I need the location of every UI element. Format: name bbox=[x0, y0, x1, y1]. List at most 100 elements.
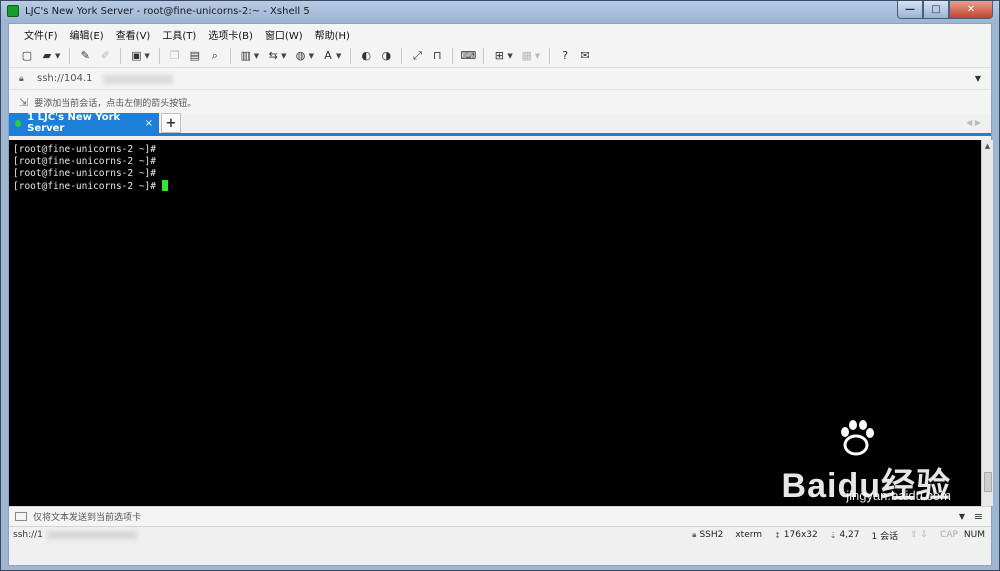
globe-icon[interactable]: ◍ bbox=[293, 48, 309, 64]
terminal-line: [root@fine-unicorns-2 ~]# bbox=[13, 181, 156, 192]
chat-icon[interactable]: ✉ bbox=[577, 48, 593, 64]
open-dropdown-icon[interactable]: ▼ bbox=[55, 52, 60, 60]
transfer-dropdown-icon[interactable]: ▼ bbox=[281, 52, 286, 60]
transfer-icon[interactable]: ⇆ bbox=[265, 48, 281, 64]
copy-icon: ❐ bbox=[169, 49, 180, 62]
terminal-active-line: [root@fine-unicorns-2 ~]# bbox=[13, 180, 977, 193]
terminal-scrollbar[interactable]: ▲ bbox=[981, 140, 993, 506]
baidu-watermark: Baidu经验 jingyan.baidu.com bbox=[782, 469, 951, 503]
help-icon[interactable]: ? bbox=[557, 48, 573, 64]
toolbar-separator bbox=[483, 47, 485, 64]
paste-icon[interactable]: ▤ bbox=[187, 48, 203, 64]
terminal-screen[interactable]: [root@fine-unicorns-2 ~]# [root@fine-uni… bbox=[9, 140, 981, 506]
status-bar: ssh://1 🔒︎ SSH2 xterm ↕ 176x32 ⇣ 4,27 1 会话 … bbox=[9, 526, 991, 543]
menu-edit[interactable]: 编辑(E) bbox=[65, 27, 109, 42]
address-bar: 🔒︎ ▼ bbox=[9, 68, 991, 90]
minimize-button[interactable]: — bbox=[897, 1, 923, 19]
status-size-text: 176x32 bbox=[783, 530, 818, 540]
hint-arrow-icon[interactable]: ⇲ bbox=[19, 96, 28, 109]
toolbar-separator bbox=[229, 47, 231, 64]
compose-menu-icon[interactable]: ≡ bbox=[974, 510, 983, 523]
tab-session-1[interactable]: 1 LJC's New York Server × bbox=[9, 112, 159, 134]
tab-close-icon[interactable]: × bbox=[145, 118, 153, 129]
print-dropdown-icon[interactable]: ▼ bbox=[254, 52, 259, 60]
script-icon[interactable]: ◑ bbox=[378, 48, 394, 64]
status-size: ↕ 176x32 bbox=[774, 530, 818, 540]
toolbar-separator bbox=[120, 47, 122, 64]
print-icon[interactable]: ▥ bbox=[238, 48, 254, 64]
compose-bar[interactable]: 仅将文本发送到当前选项卡 ▼ ≡ bbox=[9, 506, 991, 526]
eraser-icon: ✐ bbox=[100, 49, 110, 62]
status-right-group: 🔒︎ SSH2 xterm ↕ 176x32 ⇣ 4,27 1 会话 ⇧ ⇩ CAP … bbox=[680, 529, 985, 542]
scroll-up-icon[interactable]: ▲ bbox=[982, 140, 993, 152]
properties-dropdown-icon[interactable]: ▼ bbox=[144, 52, 149, 60]
menu-window[interactable]: 窗口(W) bbox=[260, 27, 308, 42]
toolbar-separator bbox=[452, 47, 454, 64]
window-title: LJC's New York Server - root@fine-unicor… bbox=[25, 5, 310, 17]
globe-dropdown-icon[interactable]: ▼ bbox=[309, 52, 314, 60]
address-redacted bbox=[103, 75, 173, 84]
size-icon: ↕ bbox=[774, 530, 781, 540]
session-hint-text: 要添加当前会话，点击左侧的箭头按钮。 bbox=[34, 98, 197, 109]
close-button[interactable]: ✕ bbox=[949, 1, 993, 19]
new-session-icon[interactable]: ▢ bbox=[19, 48, 35, 64]
position-icon: ⇣ bbox=[829, 530, 837, 540]
status-sessions: 1 会话 bbox=[871, 531, 899, 542]
menu-tab[interactable]: 选项卡(B) bbox=[203, 27, 258, 42]
toolbar-separator bbox=[350, 47, 352, 64]
menu-view[interactable]: 查看(V) bbox=[111, 27, 156, 42]
tab-nav-arrows-icon[interactable]: ◀ ▶ bbox=[966, 118, 981, 127]
status-protocol-text: SSH2 bbox=[699, 530, 724, 540]
find-icon[interactable]: ⌕ bbox=[207, 48, 223, 64]
toolbar-separator bbox=[69, 47, 71, 64]
properties-icon[interactable]: ▣ bbox=[128, 48, 144, 64]
title-bar[interactable]: LJC's New York Server - root@fine-unicor… bbox=[1, 1, 999, 21]
status-cap: CAP bbox=[940, 530, 958, 540]
terminal-line: [root@fine-unicorns-2 ~]# bbox=[13, 168, 156, 179]
xshell-window: LJC's New York Server - root@fine-unicor… bbox=[0, 0, 1000, 571]
font-icon[interactable]: A bbox=[320, 48, 336, 64]
compose-dropdown-icon[interactable]: ▼ bbox=[959, 512, 965, 521]
open-folder-icon[interactable]: ▰ bbox=[39, 48, 55, 64]
status-position-text: 4,27 bbox=[839, 530, 860, 540]
address-lock-icon: 🔒︎ bbox=[19, 73, 24, 84]
terminal-line: [root@fine-unicorns-2 ~]# bbox=[13, 144, 156, 155]
terminal-line: [root@fine-unicorns-2 ~]# bbox=[13, 156, 156, 167]
font-dropdown-icon[interactable]: ▼ bbox=[336, 52, 341, 60]
toolbar: ▢ ▰ ▼ ✎ ✐ ▣ ▼ ❐ ▤ ⌕ ▥ ▼ ⇆ ▼ ◍ ▼ A ▼ ◐ ◑ bbox=[9, 44, 991, 68]
baidu-paw-icon bbox=[841, 420, 874, 456]
status-upload-download-icon: ⇧ ⇩ bbox=[910, 530, 929, 540]
tab-bar: 1 LJC's New York Server × + ◀ ▶ bbox=[9, 112, 991, 136]
keyboard-icon[interactable]: ⌨ bbox=[460, 48, 476, 64]
toolbar-separator bbox=[158, 47, 160, 64]
status-protocol: 🔒︎ SSH2 bbox=[692, 530, 723, 540]
status-terminal-type: xterm bbox=[735, 530, 763, 540]
address-dropdown-icon[interactable]: ▼ bbox=[975, 74, 981, 83]
maximize-button[interactable]: □ bbox=[923, 1, 949, 19]
add-tab-icon[interactable]: ⊞ bbox=[491, 48, 507, 64]
menu-help[interactable]: 帮助(H) bbox=[310, 27, 355, 42]
protocol-lock-icon: 🔒︎ bbox=[692, 530, 697, 539]
scroll-thumb[interactable] bbox=[984, 472, 992, 492]
status-position: ⇣ 4,27 bbox=[830, 530, 860, 540]
add-tab-button[interactable]: + bbox=[161, 113, 181, 133]
compose-placeholder: 仅将文本发送到当前选项卡 bbox=[33, 513, 142, 523]
add-tab-dropdown-icon[interactable]: ▼ bbox=[507, 52, 512, 60]
xftp-icon[interactable]: ◐ bbox=[358, 48, 374, 64]
menu-bar: 文件(F) 编辑(E) 查看(V) 工具(T) 选项卡(B) 窗口(W) 帮助(… bbox=[9, 24, 991, 44]
menu-tools[interactable]: 工具(T) bbox=[157, 27, 201, 42]
layout-dropdown-icon: ▼ bbox=[534, 51, 541, 60]
xshell-app-icon bbox=[7, 5, 19, 17]
layout-icon: ▦ bbox=[521, 49, 532, 62]
window-controls: — □ ✕ bbox=[897, 1, 993, 19]
tab-label: 1 LJC's New York Server bbox=[27, 112, 121, 134]
fullscreen-icon[interactable]: ⤢ bbox=[409, 48, 425, 64]
address-input[interactable] bbox=[37, 73, 957, 84]
status-num: NUM bbox=[963, 530, 985, 540]
toolbar-separator bbox=[401, 47, 403, 64]
menu-file[interactable]: 文件(F) bbox=[19, 27, 63, 42]
pencil-icon[interactable]: ✎ bbox=[77, 48, 93, 64]
compose-icon bbox=[15, 512, 27, 521]
status-redacted bbox=[46, 531, 137, 539]
lock-icon[interactable]: ⊓ bbox=[429, 48, 445, 64]
